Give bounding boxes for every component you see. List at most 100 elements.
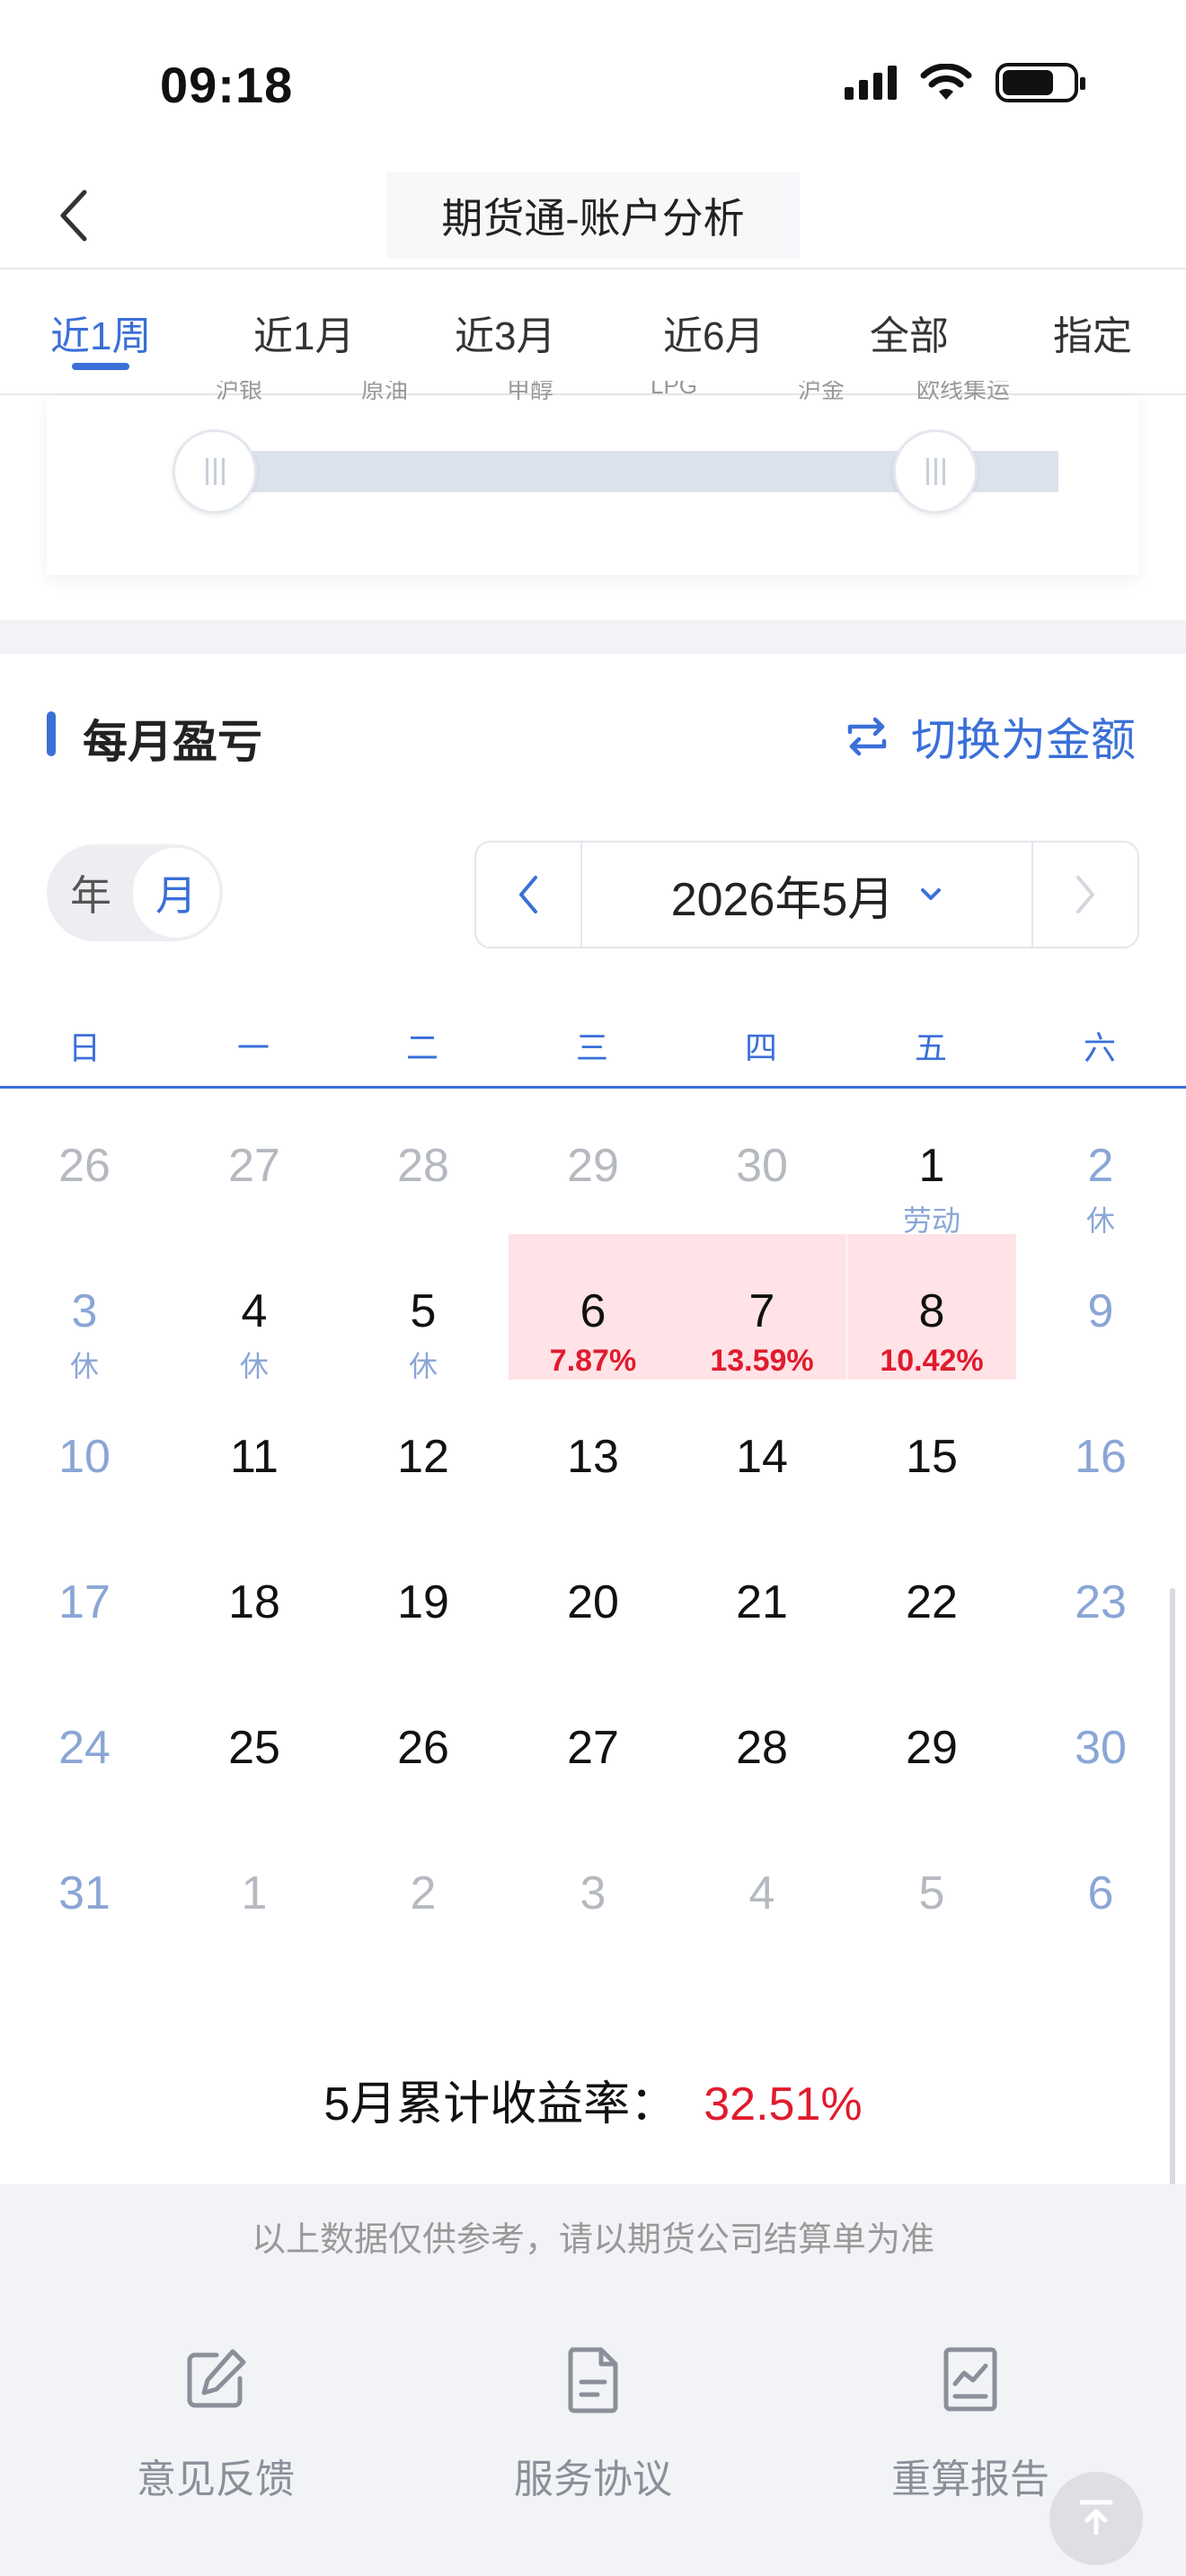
calendar-day[interactable]: 4 xyxy=(677,1816,846,1962)
calendar-day-profit[interactable]: 7 13.59% xyxy=(677,1234,846,1380)
weekday-label: 五 xyxy=(914,1029,947,1066)
slider-label: LPG xyxy=(651,381,698,399)
status-bar: 09:18 xyxy=(0,0,1186,162)
chevron-down-icon xyxy=(921,888,942,900)
calendar-day[interactable]: 28 xyxy=(339,1089,508,1234)
month-selector[interactable]: 2026年5月 xyxy=(582,842,1033,947)
calendar-day[interactable]: 5 xyxy=(847,1816,1016,1962)
calendar-day[interactable]: 2休 xyxy=(1016,1089,1185,1237)
calendar-day[interactable]: 1 劳动 xyxy=(847,1089,1016,1237)
calendar-day[interactable]: 20 xyxy=(509,1525,677,1671)
tab-1-month[interactable]: 近1月 xyxy=(253,304,354,361)
switch-label: 切换为金额 xyxy=(911,715,1136,765)
calendar-day[interactable]: 25 xyxy=(170,1671,339,1816)
day-number: 21 xyxy=(736,1576,788,1628)
monthly-pnl-header: 每月盈亏 切换为金额 xyxy=(0,654,1186,816)
day-number: 20 xyxy=(567,1576,619,1628)
calendar-day[interactable]: 15 xyxy=(847,1380,1016,1525)
calendar-day[interactable]: 3休 xyxy=(0,1234,169,1382)
calendar-day[interactable]: 5休 xyxy=(339,1234,508,1382)
chevron-right-icon xyxy=(1076,876,1094,913)
calendar-day[interactable]: 9 xyxy=(1016,1234,1185,1380)
calendar-day[interactable]: 14 xyxy=(677,1380,846,1525)
day-number: 2 xyxy=(1087,1140,1114,1192)
month-option[interactable]: 月 xyxy=(133,848,219,938)
previous-month-button[interactable] xyxy=(476,842,582,947)
calendar-day[interactable]: 19 xyxy=(339,1525,508,1671)
tab-6-months[interactable]: 近6月 xyxy=(663,304,764,361)
day-number: 31 xyxy=(58,1867,111,1919)
switch-to-amount-button[interactable]: 切换为金额 xyxy=(843,704,1136,769)
calendar-day[interactable]: 26 xyxy=(0,1089,169,1234)
slider-handle-right[interactable] xyxy=(893,429,978,514)
calendar-day[interactable]: 6 xyxy=(1016,1816,1185,1962)
calendar-day[interactable]: 11 xyxy=(170,1380,339,1525)
calendar-day[interactable]: 2 xyxy=(339,1816,508,1962)
day-number: 6 xyxy=(580,1285,606,1337)
calendar-day[interactable]: 29 xyxy=(847,1671,1016,1816)
battery-icon xyxy=(996,63,1085,102)
service-agreement-button[interactable]: 服务协议 xyxy=(458,2344,728,2504)
weekday-label: 四 xyxy=(744,1029,777,1066)
footer: 以上数据仅供参考，请以期货公司结算单为准 意见反馈 服务协议 重算报告 xyxy=(0,2184,1186,2576)
back-button[interactable] xyxy=(47,183,101,248)
calendar-day[interactable]: 18 xyxy=(170,1525,339,1671)
day-number: 7 xyxy=(748,1285,775,1337)
calendar-day[interactable]: 3 xyxy=(509,1816,677,1962)
calendar-day[interactable]: 21 xyxy=(677,1525,846,1671)
day-return: 7.87% xyxy=(549,1344,637,1378)
back-to-top-button[interactable] xyxy=(1049,2472,1143,2565)
calendar-day[interactable]: 22 xyxy=(847,1525,1016,1671)
tab-3-months[interactable]: 近3月 xyxy=(455,304,555,361)
calendar-day[interactable]: 30 xyxy=(677,1089,846,1234)
status-time: 09:18 xyxy=(160,57,294,113)
page-title: 期货通-账户分析 xyxy=(386,172,800,259)
recalculate-report-button[interactable]: 重算报告 xyxy=(836,2344,1105,2504)
disclaimer: 以上数据仅供参考，请以期货公司结算单为准 xyxy=(251,2221,934,2259)
calendar-day[interactable]: 17 xyxy=(0,1525,169,1671)
next-month-button[interactable] xyxy=(1031,842,1137,947)
calendar-day-profit[interactable]: 6 7.87% xyxy=(509,1234,677,1380)
calendar-day[interactable]: 28 xyxy=(677,1671,846,1816)
calendar-day[interactable]: 26 xyxy=(339,1671,508,1816)
calendar-day[interactable]: 16 xyxy=(1016,1380,1185,1525)
chart-report-icon xyxy=(943,2347,997,2412)
day-number: 29 xyxy=(567,1140,619,1192)
year-month-toggle: 年 月 xyxy=(47,844,223,941)
year-option[interactable]: 年 xyxy=(47,844,135,941)
calendar-day[interactable]: 27 xyxy=(509,1671,677,1816)
slider-label: 甲醇 xyxy=(507,381,554,403)
day-number: 30 xyxy=(1075,1722,1127,1774)
day-number: 1 xyxy=(241,1867,268,1919)
day-number: 16 xyxy=(1075,1431,1127,1483)
day-number: 13 xyxy=(567,1431,619,1483)
tab-1-week[interactable]: 近1周 xyxy=(50,304,151,361)
active-tab-indicator xyxy=(72,363,129,370)
calendar-day[interactable]: 27 xyxy=(170,1089,339,1234)
calendar-day-profit[interactable]: 8 10.42% xyxy=(847,1234,1016,1380)
slider-handle-left[interactable] xyxy=(173,429,257,514)
calendar-day[interactable]: 1 xyxy=(170,1816,339,1962)
calendar-day[interactable]: 13 xyxy=(509,1380,677,1525)
calendar-day[interactable]: 23 xyxy=(1016,1525,1185,1671)
tab-all[interactable]: 全部 xyxy=(870,304,949,361)
section-divider xyxy=(0,620,1186,654)
calendar-day[interactable]: 12 xyxy=(339,1380,508,1525)
day-number: 29 xyxy=(906,1722,958,1774)
calendar-day[interactable]: 4休 xyxy=(170,1234,339,1382)
chevron-left-icon xyxy=(519,876,537,913)
tab-custom[interactable]: 指定 xyxy=(1053,304,1132,361)
day-number: 4 xyxy=(748,1867,775,1919)
swap-icon xyxy=(847,717,887,756)
feedback-label: 意见反馈 xyxy=(137,2457,295,2501)
calendar-day[interactable]: 29 xyxy=(509,1089,677,1234)
feedback-button[interactable]: 意见反馈 xyxy=(81,2344,350,2504)
calendar-day[interactable]: 24 xyxy=(0,1671,169,1816)
day-number: 30 xyxy=(736,1140,788,1192)
day-number: 6 xyxy=(1087,1867,1114,1919)
calendar-day[interactable]: 31 xyxy=(0,1816,169,1962)
day-number: 22 xyxy=(906,1576,958,1628)
service-agreement-label: 服务协议 xyxy=(514,2457,672,2501)
calendar-day[interactable]: 30 xyxy=(1016,1671,1185,1816)
calendar-day[interactable]: 10 xyxy=(0,1380,169,1525)
